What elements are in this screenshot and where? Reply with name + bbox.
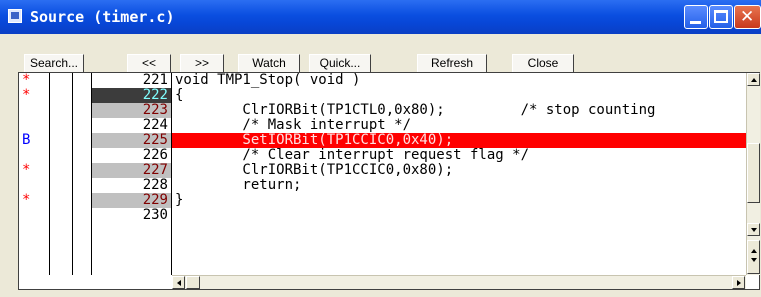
line-number: 225 xyxy=(92,133,171,148)
arrow-left-icon xyxy=(177,280,181,286)
vertical-scrollbar[interactable] xyxy=(746,73,760,275)
code-area[interactable]: void TMP1_Stop( void ){ ClrIORBit(TP1CTL… xyxy=(172,73,747,275)
toolbar: Search... << >> Watch Quick... Refresh C… xyxy=(0,34,761,75)
event-marker[interactable]: * xyxy=(19,163,49,178)
source-view: * * B * * 221 222 223 224 225 226 227 228 229 230 voi… xyxy=(18,72,760,290)
scroll-up-button[interactable] xyxy=(747,73,760,86)
refresh-button[interactable]: Refresh xyxy=(417,54,487,73)
close-button[interactable]: Close xyxy=(512,54,574,73)
event-marker[interactable]: * xyxy=(19,193,49,208)
line-number: 223 xyxy=(92,103,171,118)
code-line[interactable]: return; xyxy=(172,178,747,193)
up-down-arrows-icon xyxy=(751,249,757,253)
scroll-left-button[interactable] xyxy=(172,276,185,289)
line-number: 228 xyxy=(142,177,168,193)
event-marker-column[interactable] xyxy=(50,73,73,275)
close-icon: ✕ xyxy=(740,7,755,27)
event-marker[interactable]: * xyxy=(19,88,49,103)
line-number: 221 xyxy=(142,72,168,88)
source-window: Source (timer.c) ✕ Search... << >> Watch… xyxy=(0,0,761,297)
search-button[interactable]: Search... xyxy=(24,54,84,73)
window-title: Source (timer.c) xyxy=(30,8,175,26)
arrow-up-icon xyxy=(751,78,757,82)
line-number: 230 xyxy=(142,207,168,223)
code-line[interactable]: } xyxy=(172,193,747,208)
title-bar[interactable]: Source (timer.c) ✕ xyxy=(0,0,761,34)
code-line[interactable]: void TMP1_Stop( void ) xyxy=(172,73,747,88)
scroll-thumb[interactable] xyxy=(747,143,760,203)
code-line[interactable]: /* Clear interrupt request flag */ xyxy=(172,148,747,163)
maximize-icon xyxy=(714,10,728,23)
scroll-down-button[interactable] xyxy=(747,223,760,236)
event-marker[interactable]: * xyxy=(19,73,49,88)
line-number: 227 xyxy=(92,163,171,178)
close-window-button[interactable]: ✕ xyxy=(734,5,761,29)
code-line[interactable] xyxy=(172,208,747,223)
line-number: 224 xyxy=(142,117,168,133)
watch-button[interactable]: Watch xyxy=(238,54,300,73)
horizontal-scroll-thumb[interactable] xyxy=(186,276,200,289)
split-scroll-button[interactable] xyxy=(747,240,760,274)
line-number-column: 221 222 223 224 225 226 227 228 229 230 xyxy=(91,73,172,275)
highlighted-code-line[interactable]: SetIORBit(TP1CCIC0,0x40); xyxy=(172,133,747,148)
forward-button[interactable]: >> xyxy=(180,54,224,73)
line-number: 222 xyxy=(92,88,171,103)
minimize-button[interactable] xyxy=(684,5,708,29)
quick-watch-button[interactable]: Quick... xyxy=(309,54,371,73)
breakpoint-marker[interactable]: B xyxy=(19,133,49,148)
split-arrow-down-icon xyxy=(751,258,757,262)
arrow-right-icon xyxy=(737,280,741,286)
minimize-icon xyxy=(690,21,701,24)
maximize-button[interactable] xyxy=(709,5,733,29)
breakpoint-marker-column[interactable]: * * B * * xyxy=(19,73,50,275)
code-line[interactable]: ClrIORBit(TP1CCIC0,0x80); xyxy=(172,163,747,178)
arrow-down-icon xyxy=(751,228,757,232)
scroll-right-button[interactable] xyxy=(732,276,745,289)
horizontal-scrollbar[interactable] xyxy=(172,275,746,289)
code-line[interactable]: { xyxy=(172,88,747,103)
window-icon[interactable] xyxy=(8,9,22,23)
back-button[interactable]: << xyxy=(127,54,171,73)
line-number: 226 xyxy=(142,147,168,163)
code-line[interactable]: /* Mask interrupt */ xyxy=(172,118,747,133)
code-line[interactable]: ClrIORBit(TP1CTL0,0x80); /* stop countin… xyxy=(172,103,747,118)
line-number: 229 xyxy=(92,193,171,208)
